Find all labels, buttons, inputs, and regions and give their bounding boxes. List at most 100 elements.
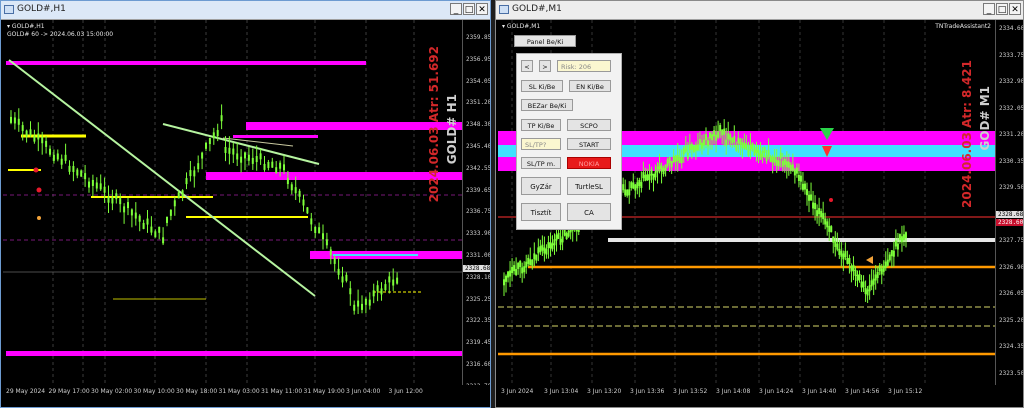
chart-window-m1[interactable]: GOLD#,M1 _ □ ✕ ▾ GOLD#,M1 TNTradeAssista… [495, 0, 1024, 408]
signal-arrow-icon [36, 187, 42, 193]
next-button[interactable]: > [539, 60, 551, 72]
candle-body [228, 147, 231, 154]
candle-body [775, 159, 778, 166]
turtle-sl-button[interactable]: TurtleSL [567, 177, 611, 195]
candle-body [634, 184, 637, 191]
candle-body [763, 146, 766, 153]
sl-tp-mode-button[interactable]: SL/TP m. [521, 157, 561, 169]
candle-body [25, 130, 28, 137]
candle-body [111, 197, 114, 204]
price-tick-label: 2332.90 [999, 78, 1024, 85]
price-tick-label: 2327.75 [999, 237, 1024, 244]
risk-input[interactable]: Risk: 206 [557, 60, 611, 72]
price-tick-label: 2322.35 [466, 317, 491, 325]
time-tick-label: 29 May 17:00 [48, 388, 90, 395]
ca-button[interactable]: CA [567, 203, 611, 221]
candle-body [674, 155, 677, 162]
candle-body [713, 130, 716, 137]
candle-body [709, 132, 712, 139]
candle-body [858, 274, 861, 281]
candle-body [154, 231, 157, 238]
panel-toggle-button[interactable]: Panel Be/Ki [514, 35, 576, 47]
candle-body [715, 134, 718, 141]
maximize-button[interactable]: □ [996, 3, 1008, 15]
candle-body [892, 250, 895, 257]
bezar-toggle-button[interactable]: BEZar Be/Ki [521, 99, 573, 111]
candle-body [644, 174, 647, 181]
candle-body [749, 144, 752, 151]
candle-body [337, 268, 340, 275]
scpo-button[interactable]: SCPO [567, 119, 611, 131]
candle-body [91, 179, 94, 186]
candle-body [384, 284, 387, 291]
candle-body [642, 172, 645, 179]
price-tick-label: 2325.20 [999, 316, 1024, 324]
candle-body [747, 149, 750, 156]
title-bar[interactable]: GOLD#,H1 _ □ ✕ [1, 1, 490, 20]
candle-body [565, 233, 568, 240]
en-toggle-button[interactable]: EN Ki/Be [569, 80, 611, 92]
candle-body [700, 142, 703, 149]
sl-tp-input[interactable]: SL/TP? [521, 138, 561, 150]
prev-button[interactable]: < [521, 60, 533, 72]
tp-toggle-button[interactable]: TP Ki/Be [521, 119, 561, 131]
candle-body [541, 244, 544, 251]
candle-body [283, 164, 285, 171]
candle-body [842, 253, 845, 260]
candle-body [678, 157, 681, 164]
minimize-button[interactable]: _ [450, 3, 462, 15]
candle-body [672, 156, 675, 163]
time-scale[interactable]: 29 May 2024 29 May 17:00 30 May 02:00 30 Ma… [3, 385, 490, 407]
candle-body [551, 243, 554, 250]
time-tick-label: 3 Jun 13:20 [587, 388, 622, 395]
minimize-button[interactable]: _ [983, 3, 995, 15]
candle-body [529, 259, 532, 266]
close-button[interactable]: ✕ [476, 3, 488, 15]
candle-body [886, 259, 889, 266]
candle-body [894, 240, 897, 247]
price-tick-label: 2332.05 [999, 104, 1024, 112]
price-scale[interactable]: 2359.85 2356.95 2354.05 2351.20 2348.30 2345.… [462, 20, 491, 390]
title-bar[interactable]: GOLD#,M1 _ □ ✕ [496, 1, 1023, 20]
candle-body [549, 242, 552, 249]
candle-body [874, 274, 877, 281]
price-tick-label: 2333.75 [999, 51, 1024, 59]
candle-body [341, 276, 344, 283]
candle-body [286, 178, 289, 185]
price-tick-label: 2326.90 [999, 263, 1024, 271]
candle-body [622, 184, 625, 191]
candle-body [169, 209, 172, 216]
candle-body [56, 153, 59, 160]
candle-body [545, 248, 548, 255]
candle-body [834, 240, 837, 247]
chart-window-h1[interactable]: GOLD#,H1 _ □ ✕ ▾ GOLD#,H1 GOLD# 60 -> 20… [0, 0, 491, 408]
time-tick-label: 3 Jun 14:08 [716, 388, 751, 395]
time-tick-label: 3 Jun 14:24 [759, 388, 794, 395]
candle-body [68, 165, 71, 172]
candle-body [368, 299, 371, 306]
chart-canvas[interactable] [3, 20, 462, 385]
candle-body [781, 160, 784, 167]
maximize-button[interactable]: □ [463, 3, 475, 15]
sl-toggle-button[interactable]: SL Ki/Be [521, 80, 563, 92]
candle-body [820, 211, 823, 218]
price-scale[interactable]: 2334.60 2333.75 2332.90 2332.05 2331.20 2330.… [995, 20, 1024, 385]
candle-body [830, 226, 833, 233]
time-tick-label: 30 May 18:00 [176, 388, 218, 395]
time-scale[interactable]: 3 Jun 2024 3 Jun 13:04 3 Jun 13:20 3 Jun 13… [498, 385, 1023, 407]
tisztit-button[interactable]: Tisztít [521, 203, 561, 221]
close-button[interactable]: ✕ [1009, 3, 1021, 15]
price-tick-label: 2328.10 [466, 273, 491, 281]
candle-body [37, 133, 40, 140]
price-chart[interactable]: ▾ GOLD#,M1 TNTradeAssistant2 2024.06.03 … [498, 20, 995, 385]
candle-body [773, 156, 776, 163]
price-chart[interactable]: ▾ GOLD#,H1 GOLD# 60 -> 2024.06.03 15:00:… [3, 20, 462, 385]
gyzar-button[interactable]: GyZár [521, 177, 561, 195]
signal-arrow-icon [866, 256, 873, 264]
candle-body [49, 148, 51, 155]
candle-body [884, 261, 887, 268]
start-button[interactable]: START [567, 138, 611, 150]
nokia-button[interactable]: NOKIA [567, 157, 611, 169]
candle-body [127, 202, 129, 209]
candle-body [668, 157, 671, 164]
